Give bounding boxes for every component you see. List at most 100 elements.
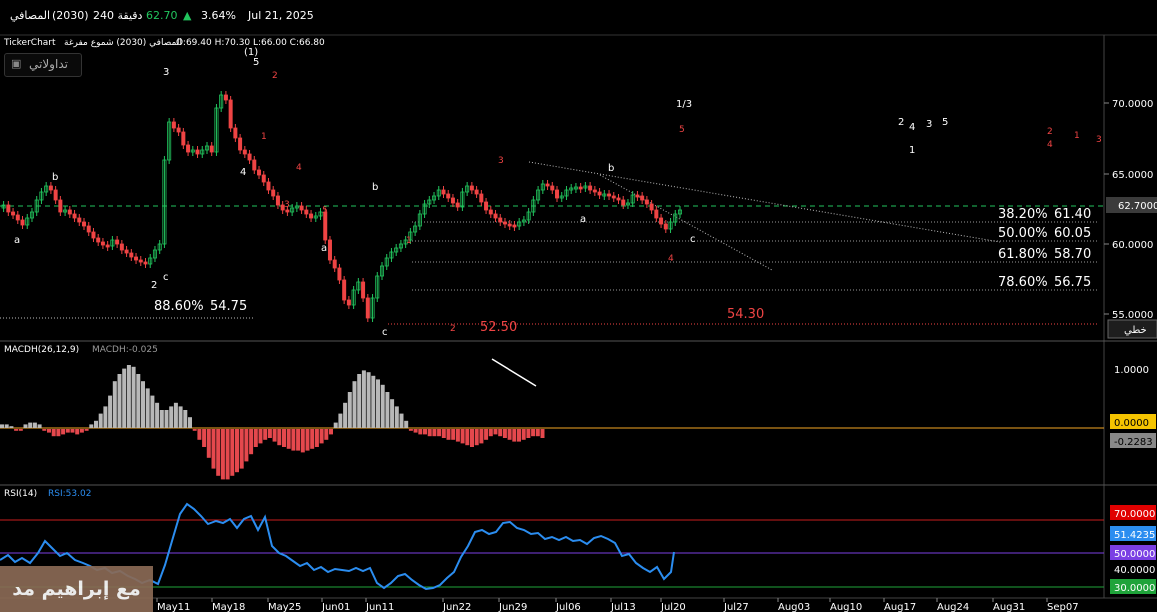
price-chart[interactable]: TickerChart المصافي (2030) شموع مفرغةO:69… (0, 0, 1157, 612)
fib-value-label: 56.75 (1054, 275, 1091, 290)
macd-bar (244, 429, 249, 462)
macd-bar (512, 429, 517, 442)
candle-body (488, 209, 493, 215)
macd-bar (75, 429, 80, 435)
macd-bar (347, 392, 352, 428)
candle-body (242, 149, 247, 155)
candle-body (578, 186, 583, 190)
macd-bar (286, 429, 291, 449)
candle-body (275, 195, 280, 206)
candle-body (621, 199, 626, 206)
candle-body (337, 267, 342, 281)
macd-bar (470, 429, 474, 447)
wave-label: 2 (272, 71, 278, 81)
price-tick-label: 55.0000 (1112, 310, 1153, 321)
macd-bar (155, 402, 160, 428)
rsi-value: RSI:53.02 (48, 489, 91, 499)
candle-body (323, 211, 328, 241)
candle-body (450, 197, 455, 204)
candle-body (654, 209, 659, 219)
macd-bar (4, 424, 9, 428)
wave-label: 3 (163, 67, 169, 78)
x-axis-label: Jul13 (610, 602, 636, 612)
macd-bar (455, 429, 460, 442)
macd-bar (408, 429, 413, 431)
x-axis-label: May11 (157, 602, 190, 612)
wave-label: a (580, 214, 586, 225)
macd-bar (507, 429, 512, 440)
macd-bar (23, 424, 28, 428)
fib-value-label: 58.70 (1054, 247, 1091, 262)
macd-bar (192, 429, 197, 431)
wave-label: a (14, 235, 20, 246)
candle-body (361, 281, 366, 299)
candle-body (611, 195, 616, 199)
macd-tick-label: 1.0000 (1114, 365, 1149, 376)
wave-label: 5 (322, 206, 328, 216)
macd-bar (70, 429, 75, 433)
x-axis-label: Aug24 (937, 602, 969, 612)
macd-bar (474, 429, 479, 446)
future-wave-label: 3 (1096, 135, 1102, 145)
candle-body (659, 217, 664, 225)
candle-body (592, 189, 597, 193)
wave-label: b (52, 172, 58, 183)
candle-body (484, 201, 489, 211)
macd-bar (333, 422, 338, 428)
macd-bar (399, 413, 404, 428)
macd-bar (282, 429, 286, 447)
macd-bar (108, 395, 113, 428)
candle-body (555, 189, 560, 199)
macd-bar (352, 381, 357, 428)
macd-bar (314, 429, 319, 447)
macd-divergence-line (491, 358, 537, 387)
candle-body (124, 249, 129, 254)
x-axis-label: Aug17 (884, 602, 916, 612)
macd-bar (136, 374, 141, 428)
candle-body (72, 213, 77, 219)
x-axis-label: Jun11 (365, 602, 394, 612)
wave-label: 3 (284, 200, 290, 210)
candle-body (545, 183, 550, 187)
macd-bar (51, 429, 56, 437)
macd-bar (423, 429, 427, 435)
x-axis-label: Jun22 (442, 602, 471, 612)
candle-body (67, 209, 72, 215)
x-axis-label: May18 (212, 602, 245, 612)
logo-button[interactable]: ▣ تداولاتي (4, 53, 82, 77)
macd-bar (253, 429, 258, 447)
macd-current-label: -0.2283 (1114, 437, 1153, 448)
macd-bar (300, 429, 305, 453)
candle-body (11, 211, 16, 216)
candle-body (597, 191, 602, 196)
current-price-label: 62.7000 (1118, 201, 1157, 212)
candle-body (502, 221, 507, 225)
macd-zero-label: 0.0000 (1114, 418, 1149, 429)
macd-bar (343, 402, 348, 428)
macd-bar (9, 426, 14, 428)
candle-body (82, 221, 87, 227)
macd-bar (230, 429, 235, 476)
macd-bar (141, 381, 145, 428)
x-axis-label: Aug03 (778, 602, 810, 612)
candle-body (129, 252, 134, 258)
candle-body (441, 189, 446, 195)
macd-bar (235, 429, 239, 473)
candle-body (616, 197, 621, 201)
candle-body (228, 99, 233, 129)
fib-percent-label: 61.80% (998, 247, 1048, 262)
macd-bar (484, 429, 489, 440)
wave-label: b (608, 163, 614, 174)
candle-body (181, 131, 186, 146)
macd-bar (517, 429, 521, 442)
macd-bar (296, 429, 301, 451)
x-axis-label: Jun01 (321, 602, 350, 612)
wave-label: 1 (406, 236, 412, 246)
macd-bar (28, 422, 33, 428)
macd-bar (42, 429, 47, 431)
candle-body (96, 237, 101, 243)
candle-body (635, 194, 640, 198)
macd-bar (371, 375, 376, 428)
candle-body (299, 205, 304, 211)
future-wave-label: 4 (1047, 140, 1053, 150)
